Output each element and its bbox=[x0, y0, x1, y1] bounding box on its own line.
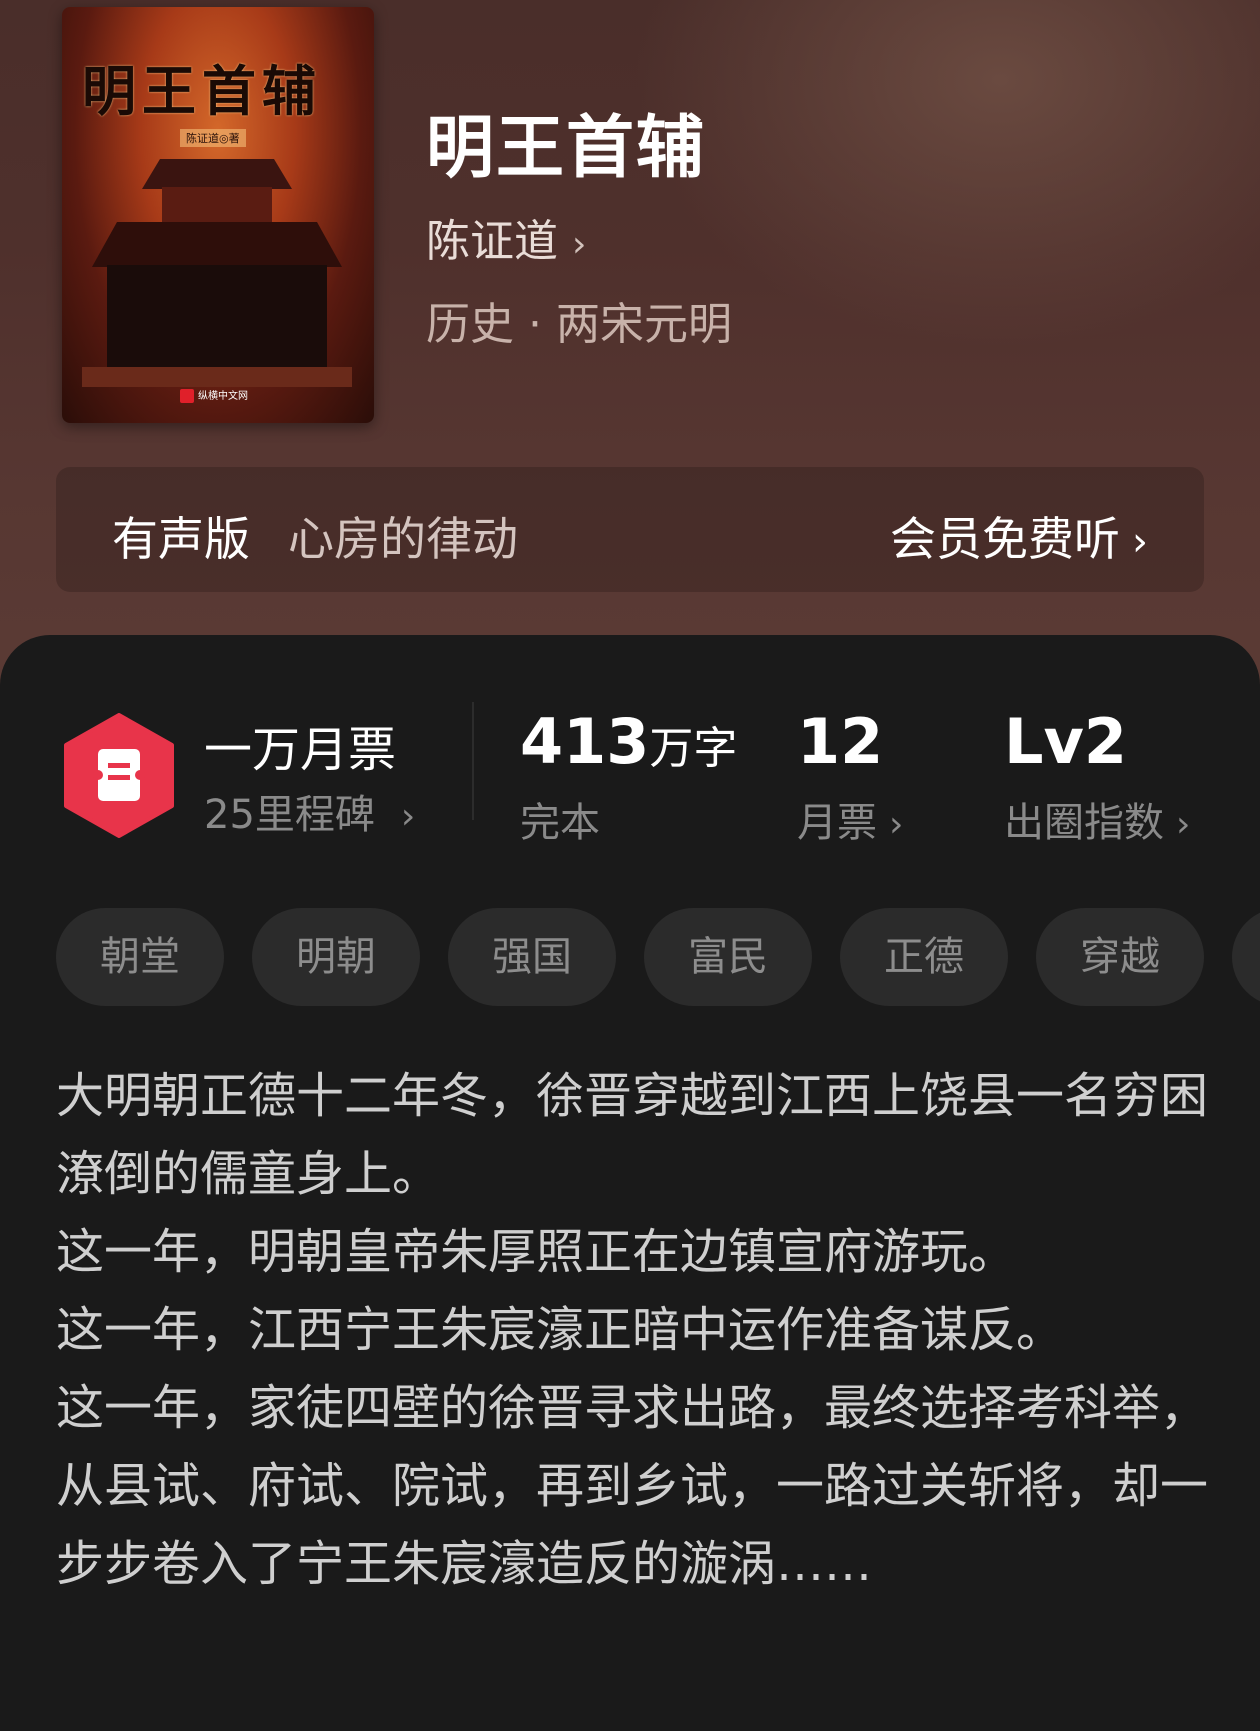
palace-body-upper bbox=[162, 187, 272, 227]
word-count: 413万字 bbox=[520, 705, 737, 778]
book-title: 明王首辅 bbox=[426, 108, 707, 188]
monthly-ticket-label: 月票 bbox=[797, 800, 877, 846]
monthly-ticket-count[interactable]: 12 bbox=[797, 705, 883, 778]
palace-body-lower bbox=[107, 265, 327, 370]
author-link[interactable]: 陈证道 › bbox=[426, 205, 586, 269]
popularity-index-link[interactable]: 出圈指数 › bbox=[1004, 790, 1190, 848]
chevron-right-icon: › bbox=[1176, 804, 1191, 845]
word-count-unit: 万字 bbox=[649, 723, 738, 774]
ticket-icon bbox=[64, 713, 174, 838]
monthly-ticket-link[interactable]: 月票 › bbox=[797, 790, 903, 848]
audio-cta-label: 会员免费听 bbox=[890, 512, 1120, 566]
chevron-right-icon: › bbox=[572, 224, 587, 265]
popularity-index-label: 出圈指数 bbox=[1004, 800, 1164, 846]
tag-list: 朝堂 明朝 强国 富民 正德 穿越 bbox=[56, 908, 1260, 1006]
synopsis-paragraph: 大明朝正德十二年冬，徐晋穿越到江西上饶县一名穷困潦倒的儒童身上。 bbox=[56, 1068, 1209, 1202]
audio-narrator: 心房的律动 bbox=[288, 512, 518, 566]
palace-roof-upper bbox=[142, 159, 292, 189]
cover-publisher-name: 纵横中文网 bbox=[198, 391, 248, 402]
synopsis-paragraph: 这一年，江西宁王朱宸濠正暗中运作准备谋反。 bbox=[56, 1302, 1065, 1358]
word-count-value: 413 bbox=[520, 705, 650, 778]
tag-chip[interactable]: 朝堂 bbox=[56, 908, 224, 1006]
synopsis-paragraph: 这一年，家徒四壁的徐晋寻求出路，最终选择考科举，从县试、府试、院试，再到乡试，一… bbox=[56, 1380, 1209, 1592]
synopsis-paragraph: 这一年，明朝皇帝朱厚照正在边镇宣府游玩。 bbox=[56, 1224, 1017, 1280]
cover-title: 明王首辅 bbox=[82, 59, 322, 123]
tag-chip[interactable]: 穿越 bbox=[1036, 908, 1204, 1006]
palace-base bbox=[82, 367, 352, 387]
tag-chip[interactable]: 强国 bbox=[448, 908, 616, 1006]
tag-chip[interactable]: 正德 bbox=[840, 908, 1008, 1006]
tag-chip[interactable]: 明朝 bbox=[252, 908, 420, 1006]
milestone-link[interactable]: 25里程碑 › bbox=[204, 782, 415, 840]
tag-chip[interactable]: 富民 bbox=[644, 908, 812, 1006]
palace-roof-lower bbox=[92, 222, 342, 267]
author-name: 陈证道 bbox=[426, 216, 558, 267]
chevron-right-icon: › bbox=[889, 804, 904, 845]
milestone-label: 25里程碑 bbox=[204, 792, 375, 838]
synopsis: 大明朝正德十二年冬，徐晋穿越到江西上饶县一名穷困潦倒的儒童身上。 这一年，明朝皇… bbox=[56, 1057, 1216, 1603]
stat-divider bbox=[472, 702, 474, 820]
monthly-ticket-milestone-title[interactable]: 一万月票 bbox=[204, 710, 396, 780]
cover-author: 陈证道◎著 bbox=[180, 129, 246, 147]
audio-label: 有声版 bbox=[112, 512, 250, 566]
audio-version-bar[interactable]: 有声版 心房的律动 会员免费听 › bbox=[56, 467, 1204, 592]
publisher-logo-icon bbox=[180, 389, 194, 403]
completion-status: 完本 bbox=[520, 800, 600, 846]
member-free-listen-button[interactable]: 会员免费听 › bbox=[890, 503, 1148, 569]
chevron-right-icon: › bbox=[400, 796, 416, 837]
book-genre: 历史 · 两宋元明 bbox=[426, 299, 732, 350]
tag-chip[interactable] bbox=[1232, 908, 1260, 1006]
book-cover[interactable]: 明王首辅 陈证道◎著 纵横中文网 bbox=[62, 7, 374, 423]
chevron-right-icon: › bbox=[1132, 519, 1148, 565]
cover-publisher: 纵横中文网 bbox=[180, 387, 248, 403]
popularity-level[interactable]: Lv2 bbox=[1004, 705, 1127, 778]
